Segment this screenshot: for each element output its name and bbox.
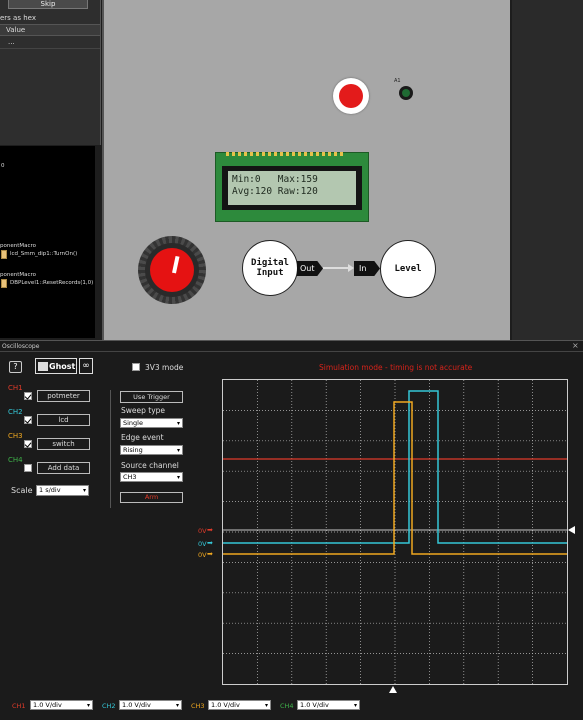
push-switch[interactable] (333, 78, 369, 114)
oscilloscope-screen[interactable] (222, 379, 568, 685)
ch3-name-button[interactable]: switch (37, 438, 90, 450)
simulation-area: Skip ers as hex Value ... 0 ponentMacro … (0, 0, 583, 340)
led[interactable] (399, 86, 413, 100)
ch1-zero-label: 0V (198, 527, 207, 535)
scope-grid (223, 380, 567, 684)
edge-event-select[interactable]: Rising (120, 445, 183, 455)
digital-input-label: Digital Input (251, 258, 289, 278)
lcd-module[interactable]: Min:0 Max:159 Avg:120 Raw:120 (215, 152, 369, 222)
scale-select[interactable]: 1 s/div (36, 485, 89, 496)
ch4-checkbox[interactable] (24, 464, 32, 472)
value-row[interactable]: ... (0, 37, 100, 49)
variables-panel: Skip ers as hex Value ... (0, 0, 101, 145)
trigger-level-marker-icon[interactable] (568, 526, 575, 534)
ch3-vdiv-label: CH3 (191, 702, 205, 710)
link-icon[interactable]: ∞ (79, 358, 93, 374)
connection-arrow (323, 267, 349, 269)
call-stack-item: ponentMacro (0, 272, 37, 278)
lcd-screen: Min:0 Max:159 Avg:120 Raw:120 (228, 171, 356, 205)
help-icon[interactable]: ? (9, 361, 22, 373)
ch1-vdiv-label: CH1 (12, 702, 26, 710)
call-stack-panel: 0 ponentMacro lcd_Smm_dip1::TurnOn() pon… (0, 146, 95, 338)
use-trigger-button[interactable]: Use Trigger (120, 391, 183, 403)
close-icon[interactable]: × (572, 341, 579, 350)
ghost-icon (38, 361, 48, 371)
ch2-name-button[interactable]: lcd (37, 414, 90, 426)
source-channel-label: Source channel (121, 461, 179, 470)
knob-pointer (172, 255, 180, 274)
ch2-label: CH2 (8, 408, 23, 416)
call-stack-item: ponentMacro (0, 243, 37, 249)
ch1-vdiv-select[interactable]: 1.0 V/div (30, 700, 93, 710)
ch3-vdiv-select[interactable]: 1.0 V/div (208, 700, 271, 710)
ch1-name-button[interactable]: potmeter (37, 390, 90, 402)
ch3-zero-label: 0V (198, 551, 207, 559)
mode-3v3-label: 3V3 mode (145, 363, 184, 372)
trigger-position-marker-icon[interactable] (389, 686, 397, 693)
ghost-label: Ghost (49, 361, 76, 371)
lcd-line-1: Min:0 Max:159 (232, 174, 318, 185)
out-port[interactable]: Out (297, 261, 323, 276)
ch3-label: CH3 (8, 432, 23, 440)
switch-button-red[interactable] (339, 84, 363, 108)
ch2-zero-label: 0V (198, 540, 207, 548)
skip-button[interactable]: Skip (8, 0, 88, 9)
file-icon (1, 250, 7, 259)
scale-label: Scale (11, 486, 33, 495)
panel-title: Oscilloscope (2, 343, 40, 350)
lcd-line-2: Avg:120 Raw:120 (232, 186, 318, 197)
ch1-zero-arrow-icon[interactable]: ➡ (207, 526, 213, 534)
ch4-vdiv-label: CH4 (280, 702, 294, 710)
ch3-zero-arrow-icon[interactable]: ➡ (207, 550, 213, 558)
ch1-label: CH1 (8, 384, 23, 392)
system-panel-canvas[interactable]: A1 Min:0 Max:159 Avg:120 Raw:120 Digital … (102, 0, 510, 340)
ch2-vdiv-select[interactable]: 1.0 V/div (119, 700, 182, 710)
add-data-button[interactable]: Add data (37, 462, 90, 474)
level-component[interactable]: Level (380, 240, 436, 298)
sweep-type-label: Sweep type (121, 406, 166, 415)
source-channel-select[interactable]: CH3 (120, 472, 183, 482)
call-stack-item[interactable]: DBPLevel1::ResetRecords(1,0) (10, 280, 93, 286)
ghost-button[interactable]: Ghost (35, 358, 77, 374)
in-port[interactable]: In (354, 261, 380, 276)
ch2-vdiv-label: CH2 (102, 702, 116, 710)
ch4-label: CH4 (8, 456, 23, 464)
digital-input-component[interactable]: Digital Input (242, 240, 298, 296)
potentiometer-knob[interactable] (138, 236, 206, 304)
right-panel (512, 0, 583, 340)
lcd-pins (226, 152, 344, 156)
ch3-checkbox[interactable] (24, 440, 32, 448)
ch1-checkbox[interactable] (24, 392, 32, 400)
lcd-bezel: Min:0 Max:159 Avg:120 Raw:120 (222, 166, 362, 210)
ch2-zero-arrow-icon[interactable]: ➡ (207, 539, 213, 547)
call-stack-item[interactable]: lcd_Smm_dip1::TurnOn() (10, 251, 77, 257)
value-column-header: Value (0, 24, 100, 36)
ch2-checkbox[interactable] (24, 416, 32, 424)
arrow-head-icon (348, 264, 354, 272)
file-icon (1, 279, 7, 288)
simulation-warning: Simulation mode - timing is not accurate (319, 363, 473, 372)
scope-traces (223, 380, 567, 684)
arm-button[interactable]: Arm (120, 492, 183, 503)
ch3-trace (223, 401, 567, 555)
show-hex-label: ers as hex (0, 14, 36, 22)
mode-3v3-checkbox[interactable] (132, 363, 140, 371)
level-label: Level (394, 264, 422, 274)
led-label: A1 (394, 78, 401, 84)
sweep-type-select[interactable]: Single (120, 418, 183, 428)
call-stack-item: 0 (1, 163, 5, 169)
edge-event-label: Edge event (121, 433, 164, 442)
ch4-vdiv-select[interactable]: 1.0 V/div (297, 700, 360, 710)
